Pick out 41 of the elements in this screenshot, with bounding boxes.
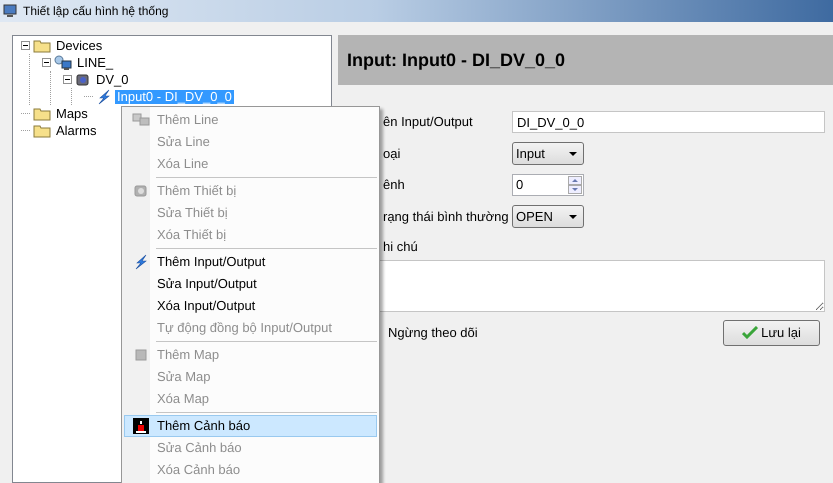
field-label: oại — [383, 144, 402, 163]
caret-icon — [569, 152, 577, 156]
menu-item[interactable]: Xóa Input/Output — [124, 295, 377, 317]
dropdown[interactable]: OPEN — [512, 205, 584, 228]
field-label: ênh — [383, 176, 406, 194]
collapse-icon[interactable] — [21, 41, 30, 50]
number-spinner[interactable]: 0 — [512, 174, 584, 196]
menu-item[interactable]: Sửa Input/Output — [124, 273, 377, 295]
checkmark-icon — [742, 326, 758, 340]
alarm-light-icon — [133, 418, 149, 434]
field-label: rạng thái bình thường — [383, 208, 510, 226]
field-label: hi chú — [383, 238, 419, 256]
window-title: Thiết lập cấu hình hệ thống — [23, 3, 168, 20]
field-label: ên Input/Output — [383, 113, 474, 132]
collapse-icon[interactable] — [42, 58, 51, 67]
folder-icon — [33, 38, 51, 52]
collapse-icon[interactable] — [63, 75, 72, 84]
menu-item[interactable]: Thêm Cảnh báo — [124, 415, 377, 437]
dropdown[interactable]: Input — [512, 142, 584, 165]
tree-item[interactable]: LINE_ — [75, 56, 116, 70]
tree-item[interactable]: DV_0 — [94, 72, 131, 86]
tree-item[interactable]: Alarms — [54, 124, 98, 138]
detail-title: Input: Input0 - DI_DV_0_0 — [347, 48, 566, 72]
map-icon — [135, 348, 147, 362]
lightning-icon — [133, 254, 149, 270]
menu-item[interactable]: Thêm Input/Output — [124, 251, 377, 273]
spin-arrows-icon[interactable] — [568, 176, 582, 194]
monitor-label: Ngừng theo dõi — [388, 324, 478, 342]
name-field[interactable]: DI_DV_0_0 — [512, 111, 825, 133]
caret-icon — [569, 214, 577, 218]
device-icon — [133, 183, 149, 199]
device-icon — [75, 72, 91, 88]
folder-icon — [33, 106, 51, 120]
tree-item[interactable]: Devices — [54, 38, 104, 52]
save-button[interactable]: Lưu lại — [723, 320, 820, 346]
tree-item[interactable]: Maps — [54, 106, 90, 120]
computers-icon — [132, 112, 150, 128]
folder-icon — [33, 124, 51, 138]
app-monitor-icon — [3, 4, 17, 18]
network-icon — [54, 54, 72, 70]
lightning-icon — [96, 88, 112, 104]
